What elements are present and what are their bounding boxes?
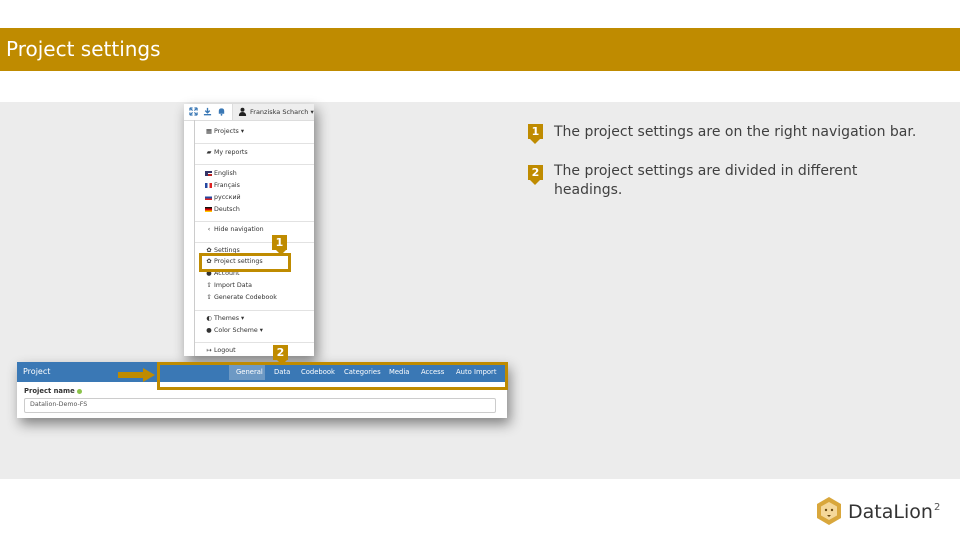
title-bar: Project settings [0,28,960,71]
menu-divider [195,310,314,311]
callout-badge-1: 1 [272,235,287,250]
upload-icon: ⇪ [206,282,212,289]
lion-logo-icon [817,497,841,525]
note-badge-2: 2 [528,165,543,180]
project-name-value: Datalion-Demo-FS [30,401,88,408]
menu-item-deutsch[interactable]: Deutsch [205,206,240,214]
info-icon [77,388,83,394]
fr-flag-icon [205,182,212,188]
content-band [0,102,960,479]
project-name-input[interactable]: Datalion-Demo-FS [24,398,496,413]
menu-divider [195,242,314,243]
project-panel-title: Project [23,367,51,376]
menu-divider [195,143,314,144]
menu-item-color-scheme[interactable]: ● Color Scheme ▾ [205,327,263,335]
arrow-right-icon [118,368,155,382]
de-flag-icon [205,206,212,212]
brand-name: DataLion [848,501,933,523]
note-2-line-2: headings. [554,182,623,198]
grid-icon: ▦ [206,128,212,135]
project-name-label: Project name [24,387,83,395]
menu-divider [195,221,314,222]
download-icon[interactable] [203,107,212,116]
half-circle-icon: ◐ [206,315,212,322]
menu-divider [195,342,314,343]
highlight-project-settings [199,253,291,272]
droplet-icon: ● [206,327,212,334]
note-1: The project settings are on the right na… [554,124,917,140]
note-badge-1: 1 [528,124,543,139]
menu-item-generate-codebook[interactable]: ⇪ Generate Codebook [205,294,277,302]
menu-item-my-reports[interactable]: ▰ My reports [205,149,248,157]
navigation-dropdown-screenshot: Franziska Scharch ▾ ▦ Projects ▾ ▰ My repo… [184,104,314,356]
ru-flag-icon [205,194,212,200]
menu-item-russian[interactable]: русский [205,194,241,202]
menu-divider [195,164,314,165]
user-icon [238,107,247,116]
dropdown-menu: ▦ Projects ▾ ▰ My reports English Français… [194,120,314,356]
logout-icon: ↦ [206,347,212,354]
menu-item-import-data[interactable]: ⇪ Import Data [205,282,252,290]
user-name: Franziska Scharch ▾ [250,108,314,116]
callout-badge-2: 2 [273,345,288,360]
note-pointer [530,180,540,185]
fullscreen-icon[interactable] [189,107,198,116]
us-flag-icon [205,170,212,176]
menu-item-hide-navigation[interactable]: ‹ Hide navigation [205,226,264,234]
menu-item-francais[interactable]: Français [205,182,240,190]
folder-icon: ▰ [206,149,212,156]
menu-item-themes[interactable]: ◐ Themes ▾ [205,315,244,323]
user-menu-toggle[interactable]: Franziska Scharch ▾ [232,104,314,120]
menu-item-projects[interactable]: ▦ Projects ▾ [205,128,244,136]
callout-pointer [277,360,287,365]
page-number: 2 [934,502,941,513]
slide-title: Project settings [6,37,161,61]
highlight-tabs [157,362,508,390]
menu-item-logout[interactable]: ↦ Logout [205,347,235,355]
chevron-left-icon: ‹ [207,226,211,233]
upload-icon: ⇪ [206,294,212,301]
note-2-line-1: The project settings are divided in diff… [554,163,858,179]
menu-item-english[interactable]: English [205,170,237,178]
callout-pointer [276,250,286,255]
bell-icon[interactable] [217,107,226,116]
navbar: Franziska Scharch ▾ [184,104,314,121]
note-pointer [530,139,540,144]
